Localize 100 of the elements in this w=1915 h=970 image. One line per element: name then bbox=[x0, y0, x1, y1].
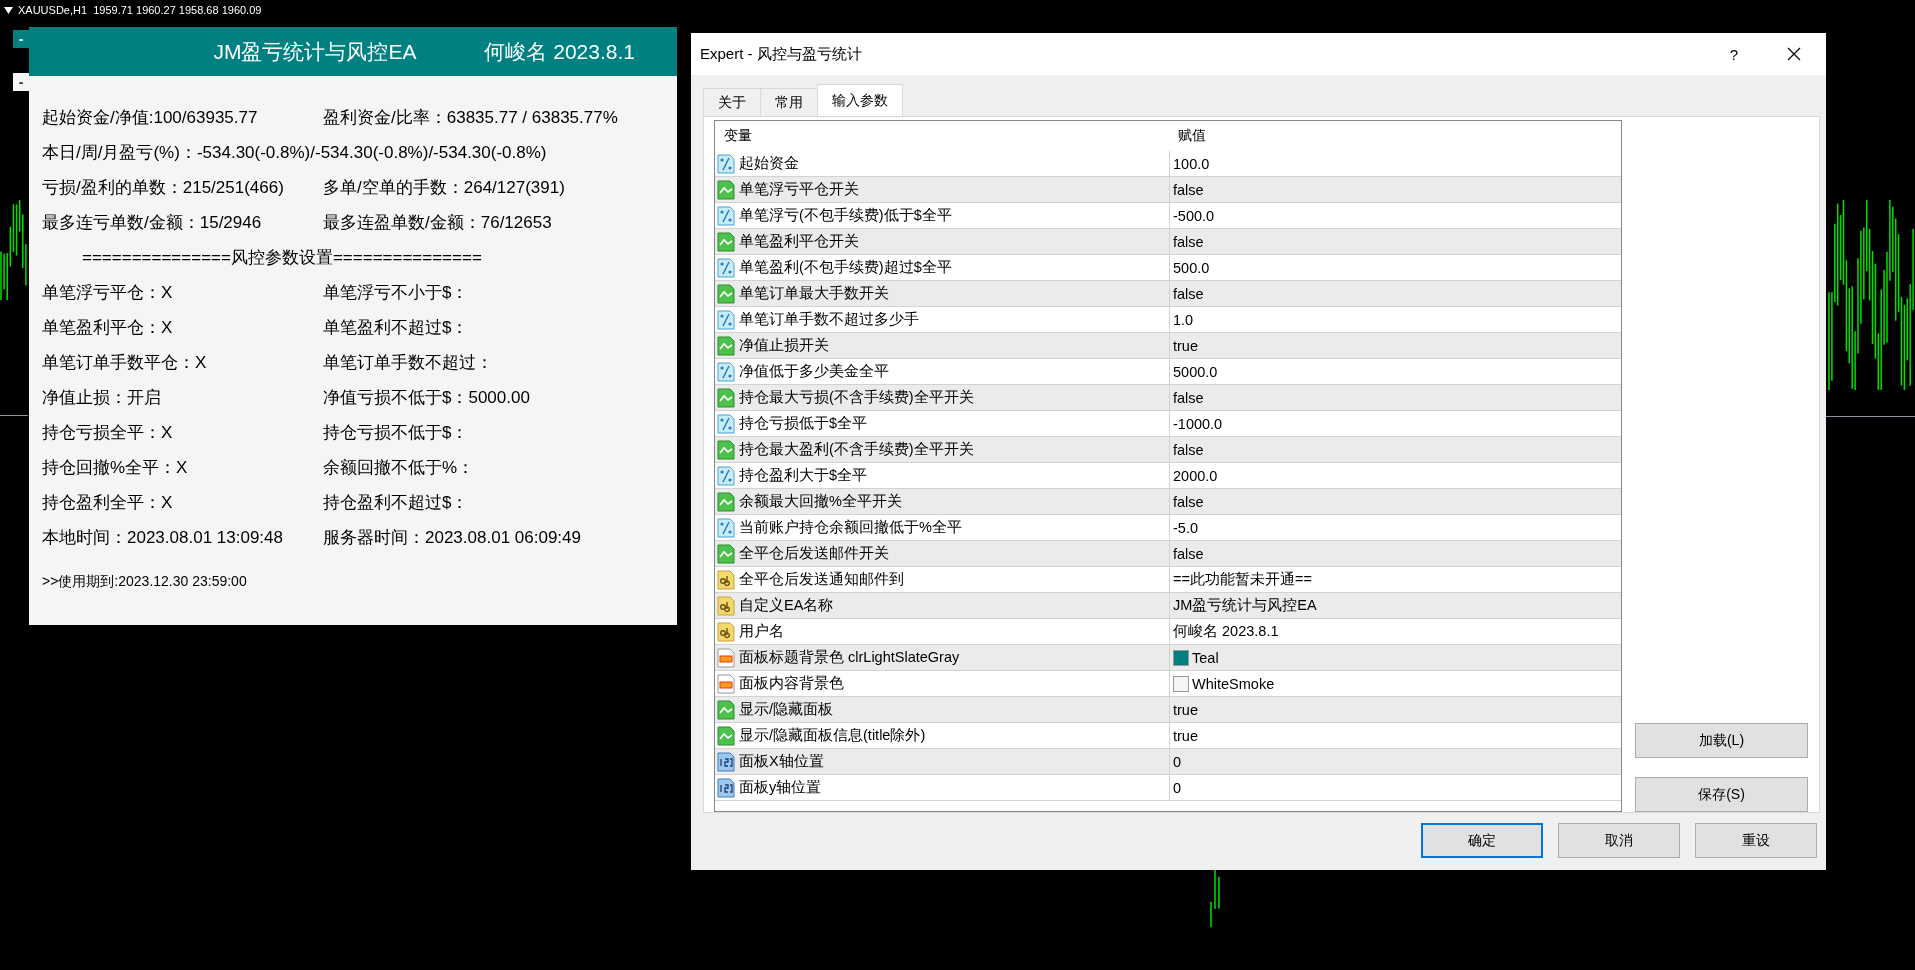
tab[interactable]: 关于 bbox=[703, 88, 761, 116]
dialog-button[interactable]: 取消 bbox=[1558, 823, 1680, 858]
parameter-name: 全平仓后发送邮件开关 bbox=[739, 544, 889, 563]
stat-text: 净值止损：开启 bbox=[42, 387, 162, 409]
triangle-icon[interactable] bbox=[4, 6, 13, 14]
tab[interactable]: 输入参数 bbox=[817, 84, 903, 116]
text-document-icon bbox=[717, 569, 735, 590]
close-icon bbox=[1787, 47, 1801, 61]
parameter-name: 当前账户持仓余额回撤低于%全平 bbox=[739, 518, 962, 537]
parameter-value[interactable]: false bbox=[1173, 493, 1204, 510]
stat-text: 余额回撤不低于%： bbox=[323, 457, 476, 479]
parameter-name: 显示/隐藏面板 bbox=[739, 700, 834, 719]
parameter-name: 显示/隐藏面板信息(title除外) bbox=[739, 726, 926, 745]
stat-text: 起始资金/净值:100/63935.77 bbox=[42, 107, 259, 129]
dialog-button[interactable]: 确定 bbox=[1421, 823, 1543, 858]
stat-text: 单笔浮亏平仓：X bbox=[42, 282, 174, 304]
line-chart-icon bbox=[717, 439, 735, 460]
parameter-value[interactable]: JM盈亏统计与风控EA bbox=[1173, 596, 1317, 615]
parameter-value[interactable]: ==此功能暂未开通== bbox=[1173, 570, 1312, 589]
line-chart-icon bbox=[717, 231, 735, 252]
parameter-value[interactable]: 何峻名 2023.8.1 bbox=[1173, 622, 1279, 641]
parameter-value[interactable]: false bbox=[1173, 285, 1204, 302]
parameter-name: 持仓最大盈利(不含手续费)全平开关 bbox=[739, 440, 974, 459]
parameter-name: 净值低于多少美金全平 bbox=[739, 362, 889, 381]
parameter-value[interactable]: false bbox=[1173, 389, 1204, 406]
fraction-icon bbox=[717, 205, 735, 226]
parameter-value[interactable]: 1.0 bbox=[1173, 311, 1194, 328]
parameter-value[interactable]: true bbox=[1173, 337, 1198, 354]
parameter-name: 面板y轴位置 bbox=[739, 778, 822, 797]
number-icon bbox=[717, 751, 735, 772]
parameter-value[interactable]: true bbox=[1173, 701, 1198, 718]
fraction-icon bbox=[717, 257, 735, 278]
parameter-value[interactable]: false bbox=[1173, 545, 1204, 562]
parameter-name: 单笔盈利平仓开关 bbox=[739, 232, 859, 251]
parameter-name: 面板标题背景色 clrLightSlateGray bbox=[739, 648, 960, 667]
parameter-name: 持仓亏损低于$全平 bbox=[739, 414, 868, 433]
stat-text: 最多连亏单数/金额：15/2946 bbox=[42, 212, 263, 234]
stat-text: 持仓亏损全平：X bbox=[42, 422, 174, 444]
parameter-value[interactable]: -5.0 bbox=[1173, 519, 1198, 536]
number-icon bbox=[717, 777, 735, 798]
stat-text: 持仓盈利不超过$： bbox=[323, 492, 470, 514]
stat-text: 单笔浮亏不小于$： bbox=[323, 282, 470, 304]
parameter-value[interactable]: WhiteSmoke bbox=[1192, 675, 1275, 692]
parameter-name: 持仓盈利大于$全平 bbox=[739, 466, 868, 485]
fraction-icon bbox=[717, 465, 735, 486]
parameter-name: 全平仓后发送通知邮件到 bbox=[739, 570, 904, 589]
parameter-value[interactable]: 0 bbox=[1173, 753, 1182, 770]
dialog-button[interactable]: 加载(L) bbox=[1635, 723, 1808, 758]
parameter-name: 自定义EA名称 bbox=[739, 596, 834, 615]
parameter-value[interactable]: -500.0 bbox=[1173, 207, 1215, 224]
parameter-value[interactable]: 0 bbox=[1173, 779, 1182, 796]
parameter-value[interactable]: Teal bbox=[1192, 649, 1219, 666]
line-chart-icon bbox=[717, 699, 735, 720]
parameter-name: 单笔订单最大手数开关 bbox=[739, 284, 889, 303]
parameter-value[interactable]: -1000.0 bbox=[1173, 415, 1223, 432]
stat-text: 持仓亏损不低于$： bbox=[323, 422, 470, 444]
minimize-button[interactable]: - bbox=[13, 30, 29, 48]
stat-text: 单笔盈利不超过$： bbox=[323, 317, 470, 339]
dialog-button[interactable]: 保存(S) bbox=[1635, 777, 1808, 812]
panel-title: JM盈亏统计与风控EA bbox=[213, 38, 417, 65]
line-chart-icon bbox=[717, 283, 735, 304]
color-swatch-icon bbox=[717, 647, 735, 668]
fraction-icon bbox=[717, 153, 735, 174]
stat-text: 净值亏损不低于$：5000.00 bbox=[323, 387, 531, 409]
parameter-name: 面板X轴位置 bbox=[739, 752, 824, 771]
parameter-value[interactable]: 2000.0 bbox=[1173, 467, 1218, 484]
parameter-name: 起始资金 bbox=[739, 154, 799, 173]
parameter-value[interactable]: false bbox=[1173, 181, 1204, 198]
stat-text: 盈利资金/比率：63835.77 / 63835.77% bbox=[323, 107, 619, 129]
stat-text: 单笔订单手数不超过： bbox=[323, 352, 494, 374]
line-chart-icon bbox=[717, 725, 735, 746]
parameter-value[interactable]: true bbox=[1173, 727, 1198, 744]
text-document-icon bbox=[717, 595, 735, 616]
parameter-name: 单笔盈利(不包手续费)超过$全平 bbox=[739, 258, 952, 277]
parameter-value[interactable]: 5000.0 bbox=[1173, 363, 1218, 380]
window-title: Expert - 风控与盈亏统计 bbox=[700, 44, 863, 64]
stat-text: 本地时间：2023.08.01 13:09:48 bbox=[42, 527, 284, 549]
help-button[interactable]: ? bbox=[1714, 39, 1754, 69]
color-swatch-icon bbox=[717, 673, 735, 694]
line-chart-icon bbox=[717, 491, 735, 512]
line-chart-icon bbox=[717, 335, 735, 356]
parameter-name: 单笔浮亏(不包手续费)低于$全平 bbox=[739, 206, 952, 225]
fraction-icon bbox=[717, 361, 735, 382]
column-header: 赋值 bbox=[1178, 127, 1206, 145]
parameter-value[interactable]: 100.0 bbox=[1173, 155, 1210, 172]
stat-text: 持仓回撤%全平：X bbox=[42, 457, 189, 479]
line-chart-icon bbox=[717, 387, 735, 408]
parameter-value[interactable]: 500.0 bbox=[1173, 259, 1210, 276]
stat-text: 多单/空单的手数：264/127(391) bbox=[323, 177, 566, 199]
minimize-button[interactable]: - bbox=[13, 73, 29, 91]
dialog-button[interactable]: 重设 bbox=[1695, 823, 1817, 858]
fraction-icon bbox=[717, 517, 735, 538]
parameter-value[interactable]: false bbox=[1173, 441, 1204, 458]
text-document-icon bbox=[717, 621, 735, 642]
expiry-text: >>使用期到:2023.12.30 23:59:00 bbox=[42, 573, 247, 589]
parameter-name: 用户名 bbox=[739, 622, 784, 641]
line-chart-icon bbox=[717, 543, 735, 564]
parameter-value[interactable]: false bbox=[1173, 233, 1204, 250]
section-heading: ===============风控参数设置=============== bbox=[82, 247, 482, 269]
stat-text: 持仓盈利全平：X bbox=[42, 492, 174, 514]
